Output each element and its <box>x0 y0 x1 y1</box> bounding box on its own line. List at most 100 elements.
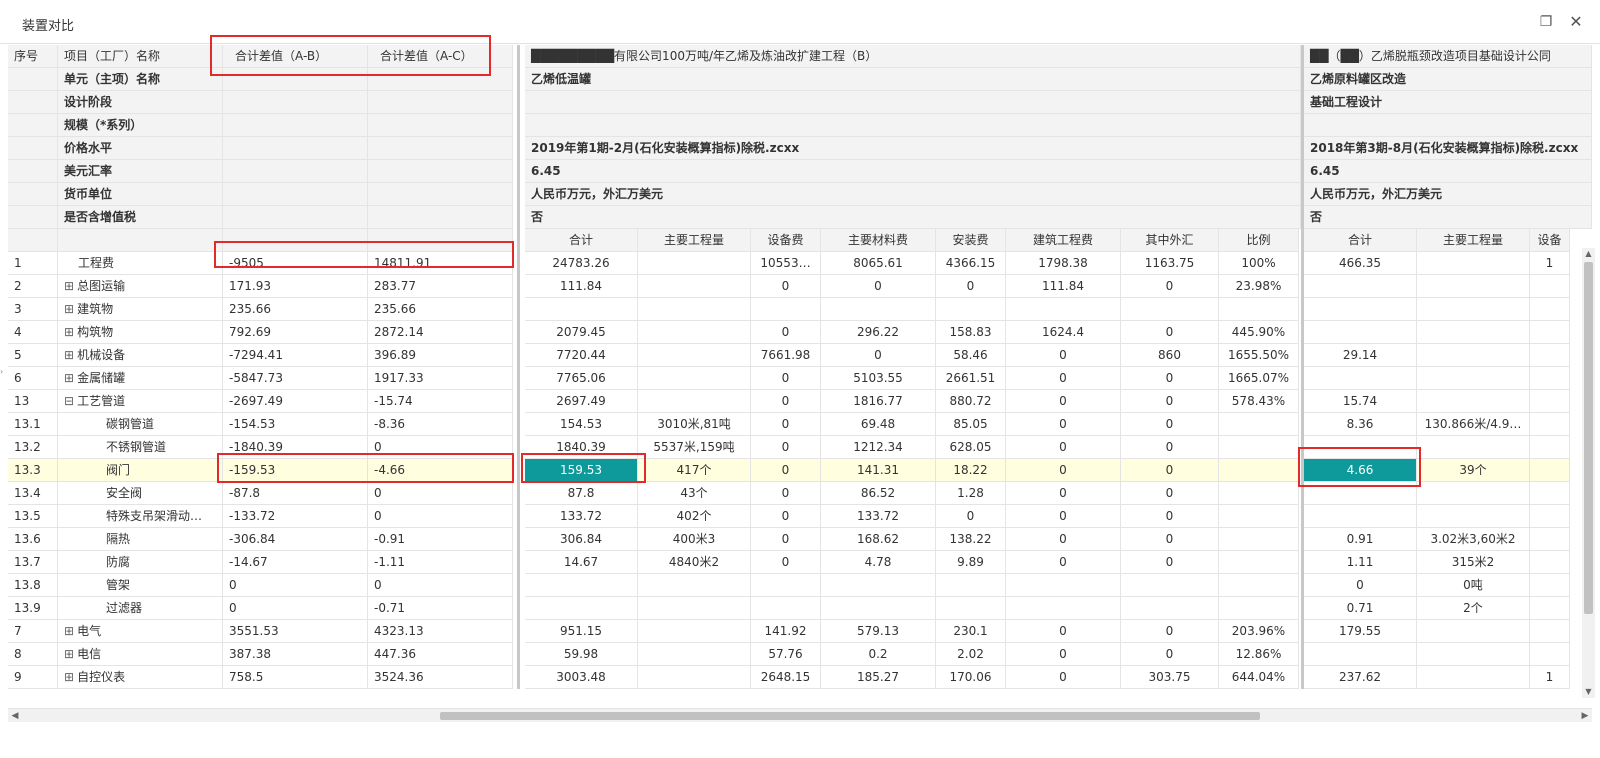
row-b-value[interactable]: 1624.4 <box>1006 321 1121 344</box>
row-b-value[interactable]: 296.22 <box>821 321 936 344</box>
row-b-value[interactable]: 0 <box>1121 528 1219 551</box>
expand-icon[interactable]: ⊞ <box>64 624 74 638</box>
row-b-value[interactable]: 0.2 <box>821 643 936 666</box>
row-diff-ac[interactable]: 1917.33 <box>368 367 513 390</box>
row-b-value[interactable]: 100% <box>1219 252 1299 275</box>
row-b-value[interactable]: 0 <box>751 436 821 459</box>
row-c-value[interactable] <box>1417 344 1530 367</box>
row-c-value[interactable]: 3.02米3,60米2 <box>1417 528 1530 551</box>
row-b-value[interactable] <box>1219 574 1299 597</box>
row-seq[interactable]: 3 <box>8 298 58 321</box>
row-b-value[interactable] <box>751 597 821 620</box>
row-b-value[interactable] <box>638 574 751 597</box>
row-c-value[interactable] <box>1530 390 1570 413</box>
row-name[interactable]: ⊞ 金属储罐 <box>58 367 223 390</box>
collapse-icon[interactable]: ⊟ <box>64 394 74 408</box>
row-name[interactable]: ⊞ 电气 <box>58 620 223 643</box>
row-c-value[interactable] <box>1304 505 1417 528</box>
row-b-value[interactable]: 2.02 <box>936 643 1006 666</box>
row-name[interactable]: 碳钢管道 <box>58 413 223 436</box>
row-c-value[interactable] <box>1417 252 1530 275</box>
row-b-value[interactable] <box>638 666 751 689</box>
row-c-value[interactable] <box>1304 643 1417 666</box>
row-b-value[interactable] <box>1219 482 1299 505</box>
row-b-value[interactable]: 1212.34 <box>821 436 936 459</box>
row-c-value[interactable] <box>1417 321 1530 344</box>
row-diff-ac[interactable]: -1.11 <box>368 551 513 574</box>
row-c-value[interactable] <box>1417 643 1530 666</box>
row-b-value[interactable]: 8065.61 <box>821 252 936 275</box>
row-b-value[interactable]: 0 <box>751 367 821 390</box>
row-b-value[interactable]: 0 <box>1121 275 1219 298</box>
row-b-value[interactable]: 58.46 <box>936 344 1006 367</box>
row-c-value[interactable] <box>1417 620 1530 643</box>
row-diff-ac[interactable]: 2872.14 <box>368 321 513 344</box>
row-seq[interactable]: 13.3 <box>8 459 58 482</box>
frozen-column-splitter[interactable] <box>517 45 520 689</box>
row-b-value[interactable]: 0 <box>936 505 1006 528</box>
row-b-value[interactable] <box>1219 298 1299 321</box>
row-seq[interactable]: 6 <box>8 367 58 390</box>
row-diff-ac[interactable]: 0 <box>368 505 513 528</box>
row-b-value[interactable] <box>525 298 638 321</box>
row-seq[interactable]: 4 <box>8 321 58 344</box>
row-b-value[interactable] <box>525 597 638 620</box>
row-seq[interactable]: 13.1 <box>8 413 58 436</box>
row-b-value[interactable]: 0 <box>751 413 821 436</box>
row-b-value[interactable] <box>751 298 821 321</box>
scroll-up-icon[interactable]: ▲ <box>1582 248 1595 260</box>
row-b-value[interactable] <box>638 390 751 413</box>
row-b-value[interactable]: 2648.15 <box>751 666 821 689</box>
row-seq[interactable]: 7 <box>8 620 58 643</box>
row-c-value[interactable] <box>1304 275 1417 298</box>
row-b-value[interactable]: 0 <box>1006 505 1121 528</box>
row-b-value[interactable]: 0 <box>751 390 821 413</box>
row-seq[interactable]: 13.5 <box>8 505 58 528</box>
row-b-value[interactable]: 579.13 <box>821 620 936 643</box>
row-diff-ac[interactable]: 396.89 <box>368 344 513 367</box>
row-seq[interactable]: 1 <box>8 252 58 275</box>
row-b-value[interactable]: 0 <box>1006 482 1121 505</box>
row-c-value[interactable] <box>1530 505 1570 528</box>
row-b-value[interactable]: 0 <box>751 528 821 551</box>
row-b-value[interactable]: 303.75 <box>1121 666 1219 689</box>
row-b-value[interactable]: 158.83 <box>936 321 1006 344</box>
expand-icon[interactable]: ⊞ <box>64 647 74 661</box>
row-b-value[interactable] <box>1219 597 1299 620</box>
row-c-value[interactable] <box>1530 643 1570 666</box>
row-diff-ab[interactable]: -2697.49 <box>223 390 368 413</box>
row-c-value[interactable]: 0吨 <box>1417 574 1530 597</box>
row-c-value[interactable]: 0.91 <box>1304 528 1417 551</box>
column-header-b[interactable]: 比例 <box>1219 229 1299 252</box>
row-b-value[interactable]: 10553… <box>751 252 821 275</box>
row-b-value[interactable] <box>638 298 751 321</box>
row-diff-ac[interactable]: 4323.13 <box>368 620 513 643</box>
row-b-value[interactable]: 445.90% <box>1219 321 1299 344</box>
row-b-value[interactable]: 133.72 <box>821 505 936 528</box>
row-b-value[interactable]: 0 <box>751 551 821 574</box>
row-b-value[interactable]: 0 <box>1121 459 1219 482</box>
row-diff-ac[interactable]: 447.36 <box>368 643 513 666</box>
row-b-value[interactable]: 4840米2 <box>638 551 751 574</box>
row-c-value[interactable]: 2个 <box>1417 597 1530 620</box>
row-b-value[interactable]: 0 <box>1121 620 1219 643</box>
row-b-value[interactable] <box>1006 597 1121 620</box>
row-b-value[interactable] <box>936 298 1006 321</box>
row-diff-ab[interactable]: -7294.41 <box>223 344 368 367</box>
selected-cell-c[interactable]: 4.66 <box>1304 459 1417 482</box>
row-b-value[interactable] <box>638 620 751 643</box>
row-b-value[interactable]: 87.8 <box>525 482 638 505</box>
row-diff-ab[interactable]: -87.8 <box>223 482 368 505</box>
row-name[interactable]: 特殊支吊架滑动… <box>58 505 223 528</box>
row-b-value[interactable] <box>1219 528 1299 551</box>
row-c-value[interactable] <box>1417 390 1530 413</box>
scroll-right-icon[interactable]: ▶ <box>1578 709 1592 723</box>
column-header-b[interactable]: 其中外汇 <box>1121 229 1219 252</box>
row-b-value[interactable]: 0 <box>1121 413 1219 436</box>
row-diff-ab[interactable]: -154.53 <box>223 413 368 436</box>
row-c-value[interactable] <box>1530 597 1570 620</box>
row-c-value[interactable]: 130.866米/4.9… <box>1417 413 1530 436</box>
row-b-value[interactable]: 0 <box>1121 367 1219 390</box>
row-b-value[interactable]: 1840.39 <box>525 436 638 459</box>
row-c-value[interactable]: 29.14 <box>1304 344 1417 367</box>
